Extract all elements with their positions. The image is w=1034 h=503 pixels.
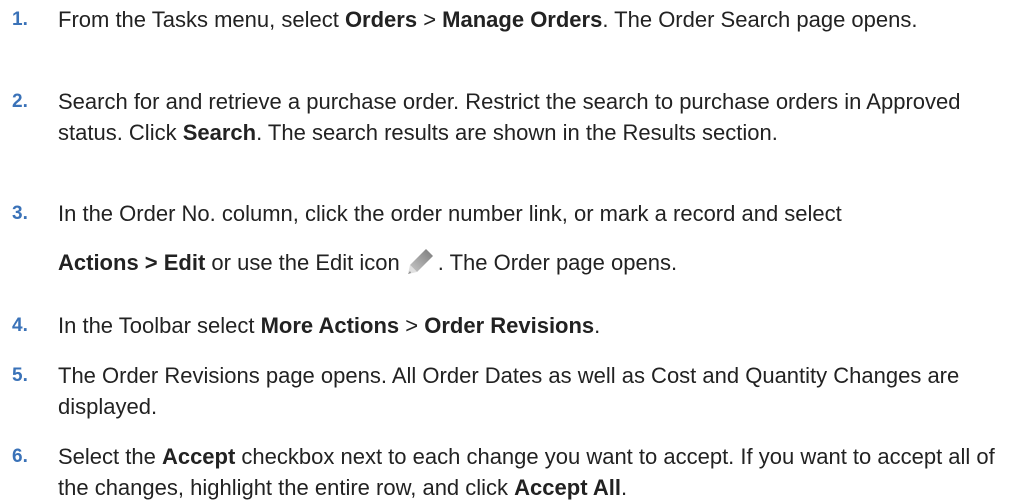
accept-all-label: Accept All bbox=[514, 475, 621, 500]
search-button-label: Search bbox=[182, 120, 257, 145]
step-number: 5. bbox=[12, 365, 28, 386]
step-5: 5. The Order Revisions page opens. All O… bbox=[0, 360, 1018, 422]
menu-item-orders: Orders bbox=[344, 7, 418, 32]
step-3: 3. In the Order No. column, click the or… bbox=[0, 198, 1018, 278]
step-text: > bbox=[417, 7, 443, 32]
pencil-icon bbox=[407, 249, 433, 274]
step-number: 2. bbox=[12, 91, 28, 112]
step-6: 6. Select the Accept checkbox next to ea… bbox=[0, 441, 1018, 503]
step-text: . The search results are shown in the Re… bbox=[256, 120, 778, 145]
step-number: 3. bbox=[12, 203, 28, 224]
step-text: From the Tasks menu, select bbox=[58, 7, 345, 32]
actions-edit-label: Actions > Edit bbox=[58, 250, 206, 275]
step-text: Select the bbox=[58, 444, 162, 469]
step-number: 6. bbox=[12, 446, 28, 467]
more-actions-label: More Actions bbox=[260, 313, 400, 338]
step-text: . bbox=[620, 475, 628, 500]
step-4: 4. In the Toolbar select More Actions > … bbox=[0, 310, 1018, 341]
step-text: or use the Edit icon bbox=[205, 250, 400, 275]
step-2: 2. Search for and retrieve a purchase or… bbox=[0, 86, 1018, 148]
step-text-line: Actions > Edit or use the Edit icon . Th… bbox=[58, 246, 1018, 278]
step-text: In the Order No. column, click the order… bbox=[58, 201, 842, 226]
menu-item-manage-orders: Manage Orders bbox=[442, 7, 603, 32]
step-number: 4. bbox=[12, 315, 28, 336]
order-revisions-label: Order Revisions bbox=[424, 313, 595, 338]
step-1: 1. From the Tasks menu, select Orders > … bbox=[0, 4, 1018, 35]
step-text: > bbox=[399, 313, 425, 338]
accept-checkbox-label: Accept bbox=[161, 444, 236, 469]
step-text: . bbox=[594, 313, 601, 338]
step-text: . The Order page opens. bbox=[437, 250, 678, 275]
step-text: The Order Revisions page opens. All Orde… bbox=[58, 363, 960, 419]
step-text: In the Toolbar select bbox=[58, 313, 261, 338]
step-number: 1. bbox=[12, 9, 28, 30]
step-text: . The Order Search page opens. bbox=[602, 7, 918, 32]
